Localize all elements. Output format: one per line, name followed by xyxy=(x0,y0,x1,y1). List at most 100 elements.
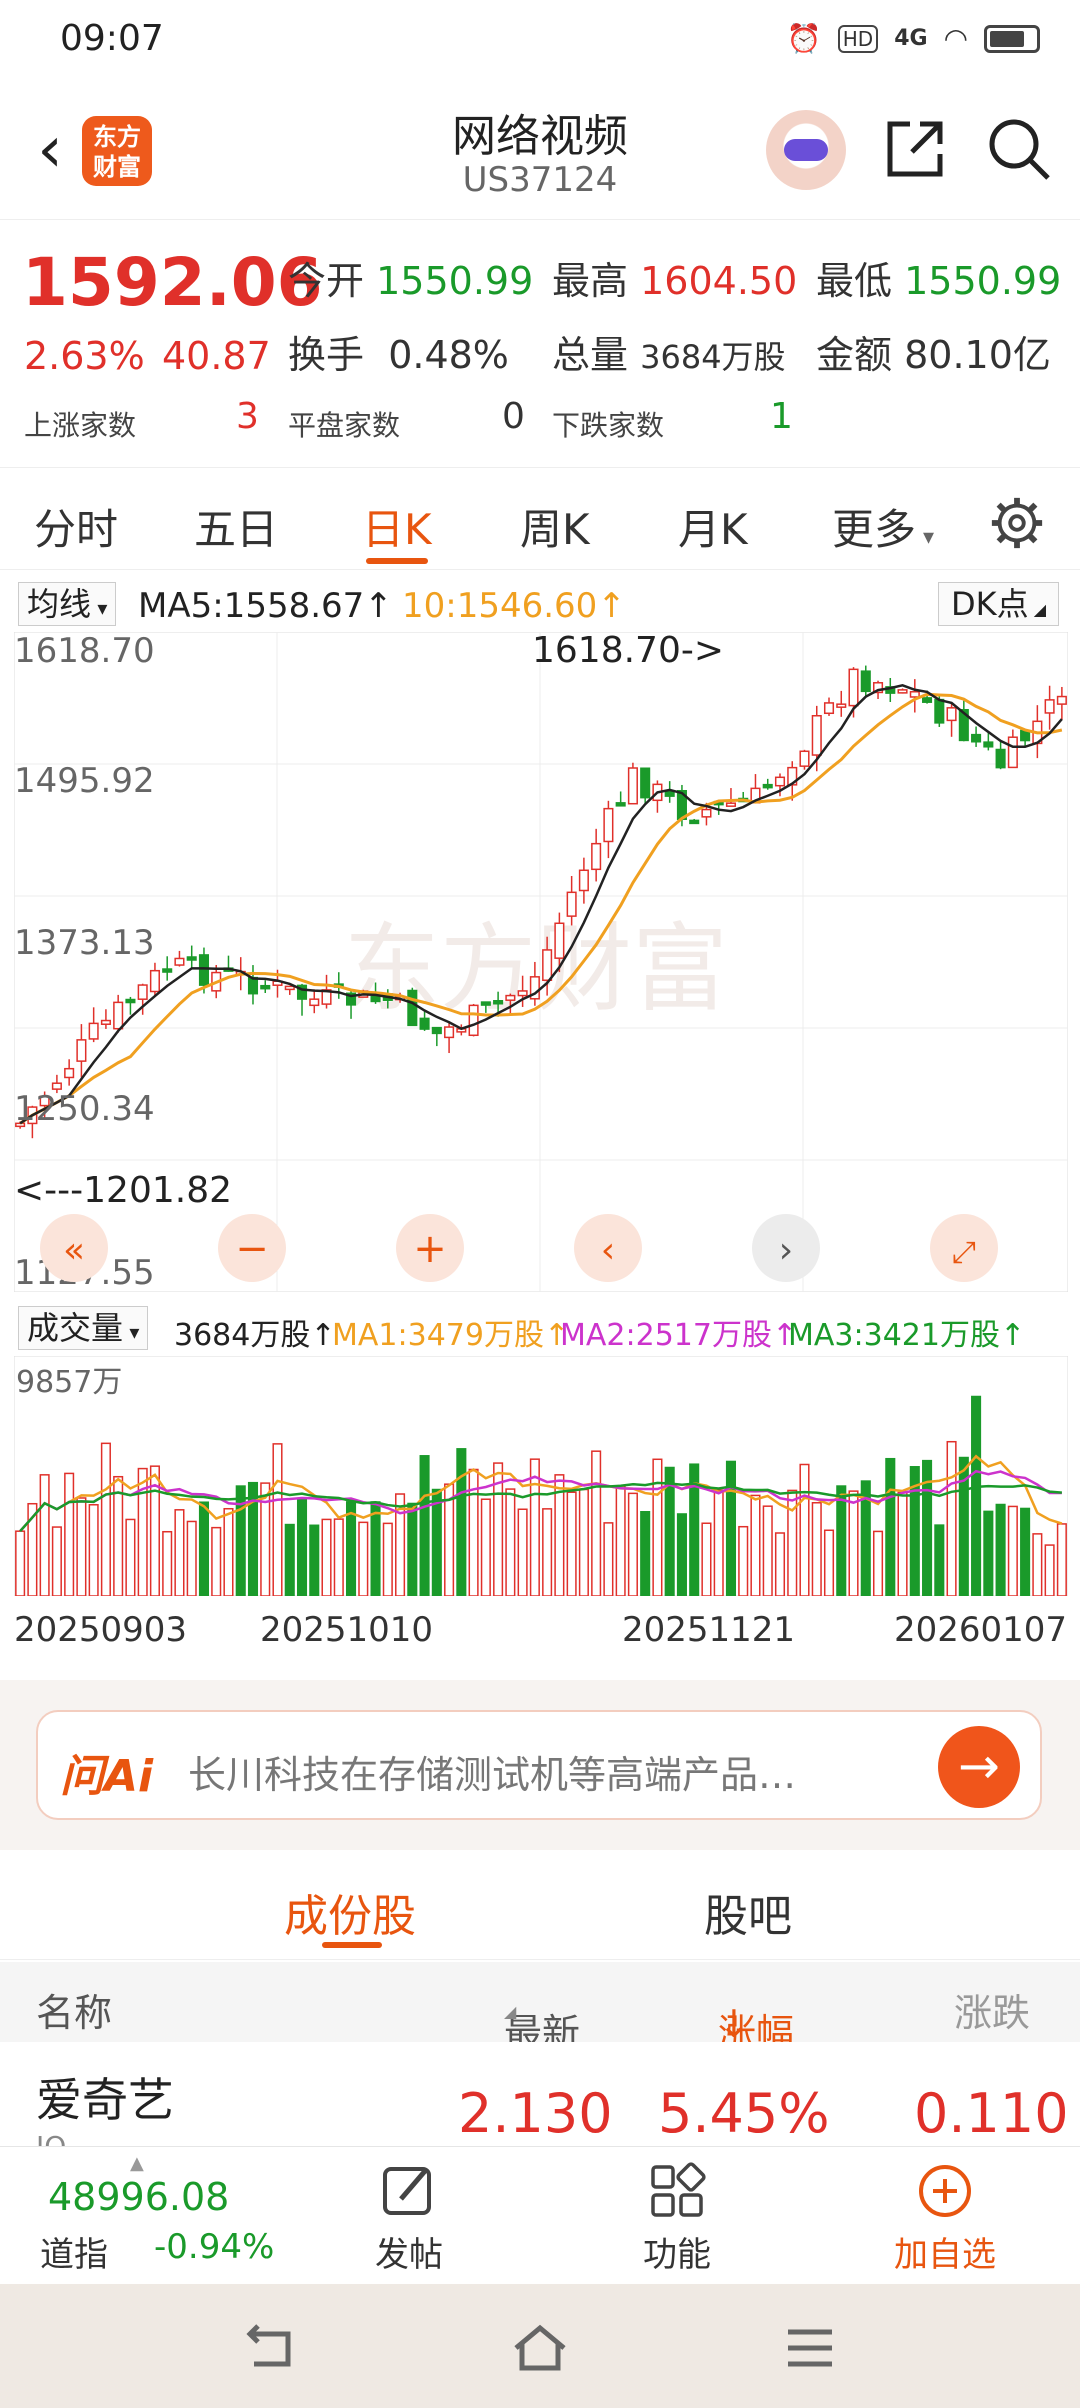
volume-bar xyxy=(517,1508,528,1596)
dk-point-button[interactable]: DK点 ◢ xyxy=(938,582,1060,626)
ai-assistant-icon[interactable] xyxy=(766,110,846,190)
candle-body xyxy=(88,1022,99,1040)
volume-bar xyxy=(125,1518,136,1596)
change-percent: 2.63% xyxy=(24,334,145,378)
home-nav-icon[interactable] xyxy=(510,2320,570,2376)
down-count-label: 下跌家数 xyxy=(552,409,665,442)
volume-bar xyxy=(456,1448,467,1596)
gear-icon[interactable] xyxy=(988,494,1046,552)
volume-chart[interactable]: 9857万 xyxy=(14,1356,1068,1596)
volume-bar xyxy=(370,1501,381,1596)
date-label: 20251121 xyxy=(622,1610,796,1650)
add-watchlist-button[interactable]: 加自选 xyxy=(870,2161,1020,2276)
fullscreen-button[interactable]: ⤢ xyxy=(930,1214,998,1282)
stock-code: IQ xyxy=(36,2130,66,2146)
volume-bar xyxy=(211,1526,222,1596)
tab-forum[interactable]: 股吧 xyxy=(704,1880,792,1944)
scroll-right-button[interactable]: › xyxy=(752,1214,820,1282)
ai-logo: 问Ai xyxy=(60,1751,154,1802)
volume-bar xyxy=(885,1457,896,1596)
candle-body xyxy=(76,1039,87,1062)
volume-bar xyxy=(505,1488,516,1596)
candle-body xyxy=(725,802,737,807)
function-button[interactable]: 功能 xyxy=(602,2161,752,2276)
tab-monthly-k[interactable]: 月K xyxy=(678,496,748,557)
zoom-in-button[interactable]: + xyxy=(396,1214,464,1282)
menu-nav-icon[interactable] xyxy=(780,2320,840,2376)
tab-five-day[interactable]: 五日 xyxy=(194,496,278,557)
volume-bar xyxy=(872,1530,884,1596)
header: ‹ 东方财富 网络视频 US37124 xyxy=(0,80,1080,220)
candle-body xyxy=(774,776,786,787)
candle-body xyxy=(407,989,418,1027)
date-label: 20250903 xyxy=(14,1610,188,1650)
candle-body xyxy=(823,702,835,715)
status-time: 09:07 xyxy=(60,18,164,59)
system-nav-bar xyxy=(0,2284,1080,2408)
volume-bar xyxy=(321,1518,332,1596)
search-icon[interactable] xyxy=(984,114,1054,184)
column-name[interactable]: 名称 xyxy=(36,1982,112,2037)
candle-body xyxy=(174,957,185,966)
ai-question-bar[interactable]: 问Ai 长川科技在存储测试机等高端产品领… → xyxy=(36,1710,1042,1820)
tab-more[interactable]: 更多 ▾ xyxy=(832,496,934,557)
tab-daily-k[interactable]: 日K xyxy=(362,496,432,557)
volume-bar xyxy=(566,1491,577,1596)
table-row[interactable]: 爱奇艺 IQ 2.130 5.45% 0.110 xyxy=(0,2042,1080,2146)
indicator-select[interactable]: 均线 ▾ xyxy=(18,582,117,626)
scroll-left-button[interactable]: ‹ xyxy=(574,1214,642,1282)
candle-body xyxy=(566,891,577,917)
stock-price: 2.130 xyxy=(458,2082,613,2145)
volume-ma2: MA2:2517万股↑ xyxy=(560,1318,798,1353)
candle-body xyxy=(762,783,773,789)
candle-body xyxy=(125,998,136,1004)
candle-body xyxy=(578,869,589,892)
candle-body xyxy=(260,984,271,990)
candle-body xyxy=(517,990,528,997)
svg-text:«: « xyxy=(63,1230,85,1271)
candlestick-chart[interactable]: 东方财富 1618.70 1495.92 1373.13 1250.34 112… xyxy=(14,632,1068,1292)
svg-text:−: − xyxy=(235,1226,269,1272)
candle-body xyxy=(995,748,1006,769)
volume-bar xyxy=(333,1518,344,1596)
candle-body xyxy=(198,954,210,986)
volume-indicator-select[interactable]: 成交量 ▾ xyxy=(18,1306,149,1350)
share-icon[interactable] xyxy=(880,114,950,184)
alarm-icon: ⏰ xyxy=(786,22,822,55)
volume-bar xyxy=(198,1501,210,1596)
scroll-left-fast-button[interactable]: « xyxy=(40,1214,108,1282)
status-icons: ⏰ HD 4G ◠ xyxy=(787,22,1040,55)
volume-bar xyxy=(1044,1544,1055,1596)
volume-bar xyxy=(713,1489,724,1596)
high-stat: 最高 1604.50 xyxy=(552,259,798,303)
arrow-right-icon[interactable]: → xyxy=(938,1726,1020,1808)
volume-bar xyxy=(100,1442,111,1596)
volume-bar xyxy=(676,1513,687,1596)
tab-intraday[interactable]: 分时 xyxy=(34,496,118,557)
ai-section: 问Ai 长川科技在存储测试机等高端产品领… → xyxy=(0,1680,1080,1850)
candle-body xyxy=(701,808,712,818)
volume-bar xyxy=(799,1463,810,1596)
tab-weekly-k[interactable]: 周K xyxy=(520,496,590,557)
volume-bar xyxy=(971,1395,982,1596)
volume-total: 3684万股↑ xyxy=(174,1318,336,1353)
volume-bar xyxy=(615,1485,626,1596)
candle-body xyxy=(946,707,957,722)
candle-body xyxy=(983,741,994,748)
back-nav-icon[interactable] xyxy=(240,2320,300,2376)
x-axis-dates: 20250903 20251010 20251121 20260107 xyxy=(14,1610,1068,1660)
column-change[interactable]: 涨跌 xyxy=(954,1982,1030,2037)
caret-up-icon: ▲ xyxy=(130,2153,144,2174)
volume-bar xyxy=(836,1485,847,1596)
candle-body xyxy=(162,968,173,973)
plus-circle-icon xyxy=(919,2165,971,2217)
post-button[interactable]: 发帖 xyxy=(334,2161,484,2276)
y-label-4: 1250.34 xyxy=(14,1089,155,1129)
candle-body xyxy=(247,976,259,995)
volume-bar xyxy=(296,1498,308,1596)
candle-body xyxy=(505,994,516,1001)
tab-constituents[interactable]: 成份股 xyxy=(284,1880,416,1944)
date-label: 20251010 xyxy=(260,1610,434,1650)
zoom-out-button[interactable]: − xyxy=(218,1214,286,1282)
volume-bar xyxy=(640,1510,651,1596)
